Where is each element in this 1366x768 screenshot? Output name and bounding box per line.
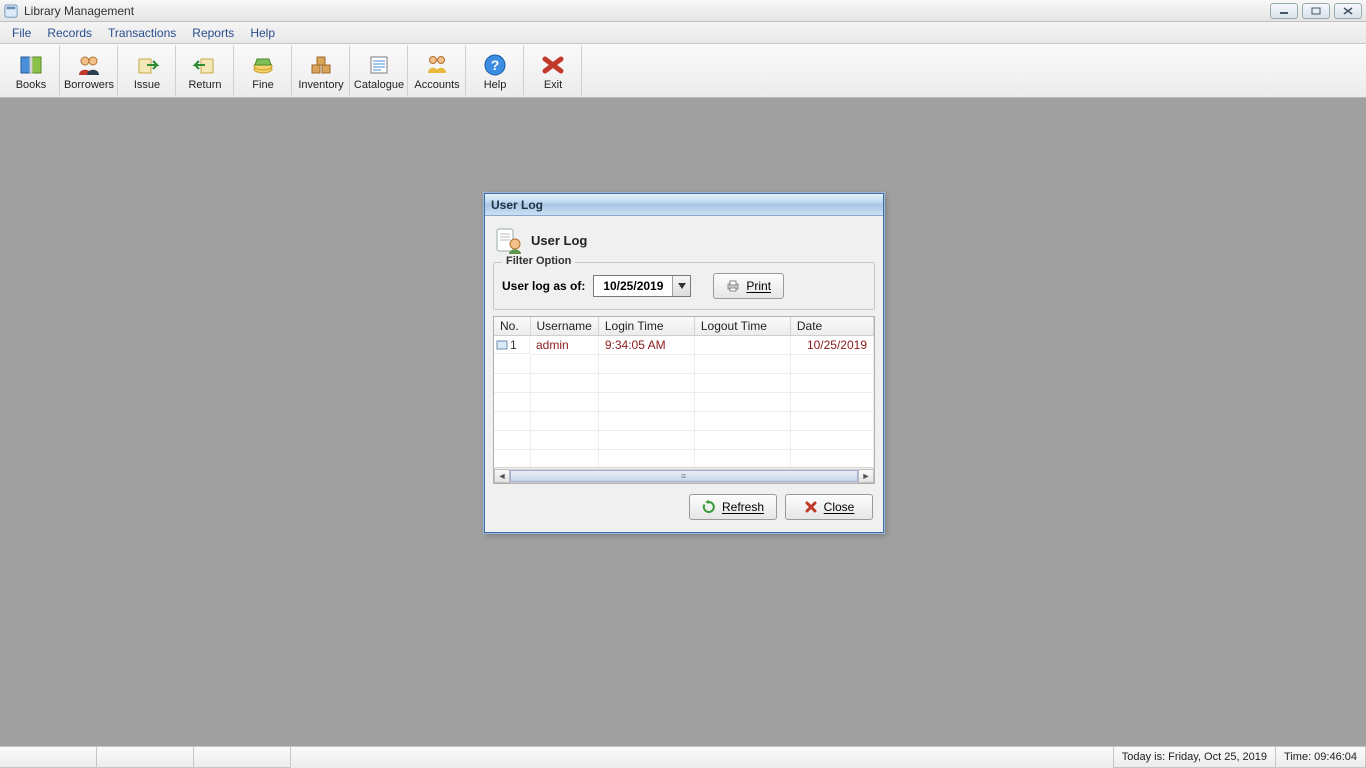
printer-icon [726,279,740,293]
toolbar-label: Fine [252,79,273,91]
menu-reports[interactable]: Reports [184,24,242,42]
toolbar-label: Issue [134,79,160,91]
status-cell [193,747,291,768]
return-icon [191,52,219,78]
menubar: File Records Transactions Reports Help [0,22,1366,44]
issue-icon [133,52,161,78]
grid-row-empty: . [494,411,874,430]
toolbar-exit[interactable]: Exit [524,45,582,96]
col-username[interactable]: Username [530,317,598,336]
toolbar-label: Books [16,79,47,91]
cell-no: 1 [494,336,530,354]
grid-row-empty: . [494,430,874,449]
toolbar-label: Inventory [298,79,343,91]
catalog-icon [365,52,393,78]
scroll-right-button[interactable]: ► [858,469,874,483]
cell-login: 9:34:05 AM [598,336,694,355]
book-icon [17,52,45,78]
toolbar-inventory[interactable]: Inventory [292,45,350,96]
refresh-button[interactable]: Refresh [689,494,777,520]
toolbar-borrowers[interactable]: Borrowers [60,45,118,96]
scroll-track[interactable]: ≡ [510,469,858,483]
toolbar-label: Return [188,79,221,91]
toolbar-label: Accounts [414,79,459,91]
user-log-dialog: User Log User Log Filter Option User log… [484,193,884,533]
statusbar: Today is: Friday, Oct 25, 2019 Time: 09:… [0,746,1366,768]
help-icon: ? [481,52,509,78]
dialog-titlebar[interactable]: User Log [485,194,883,216]
menu-file[interactable]: File [4,24,39,42]
status-today: Today is: Friday, Oct 25, 2019 [1113,747,1276,768]
minimize-button[interactable] [1270,3,1298,19]
horizontal-scrollbar[interactable]: ◄ ≡ ► [494,467,874,483]
col-date[interactable]: Date [790,317,873,336]
people-icon [75,52,103,78]
mdi-area: User Log User Log Filter Option User log… [0,98,1366,746]
toolbar-return[interactable]: Return [176,45,234,96]
cell-username: admin [530,336,598,355]
grid-row-empty: . [494,373,874,392]
toolbar-label: Borrowers [64,79,114,91]
user-log-icon [495,226,523,254]
svg-text:?: ? [491,57,500,73]
app-icon [4,4,18,18]
dialog-header-text: User Log [531,233,587,248]
print-button[interactable]: Print [713,273,784,299]
scroll-thumb[interactable]: ≡ [510,470,858,482]
exit-icon [539,52,567,78]
filter-label: User log as of: [502,279,585,293]
toolbar-label: Exit [544,79,562,91]
dialog-title: User Log [491,198,543,212]
cell-logout [694,336,790,355]
boxes-icon [307,52,335,78]
money-icon [249,52,277,78]
refresh-label: Refresh [722,500,764,514]
window-title: Library Management [24,4,1270,18]
titlebar: Library Management [0,0,1366,22]
scroll-left-button[interactable]: ◄ [494,469,510,483]
date-dropdown-button[interactable] [672,276,690,296]
menu-transactions[interactable]: Transactions [100,24,184,42]
toolbar-fine[interactable]: Fine [234,45,292,96]
grid-row[interactable]: 1 admin 9:34:05 AM 10/25/2019 [494,336,874,355]
menu-records[interactable]: Records [39,24,100,42]
accounts-icon [423,52,451,78]
col-logout[interactable]: Logout Time [694,317,790,336]
filter-groupbox: Filter Option User log as of: Print [493,262,875,310]
toolbar-catalogue[interactable]: Catalogue [350,45,408,96]
print-label: Print [746,279,771,293]
date-input-wrapper [593,275,691,297]
toolbar-help[interactable]: ? Help [466,45,524,96]
status-time: Time: 09:46:04 [1275,747,1366,768]
cell-date: 10/25/2019 [790,336,873,355]
filter-legend: Filter Option [502,255,575,267]
close-icon [804,500,818,514]
grid-header-row: No. Username Login Time Logout Time Date [494,317,874,336]
col-login[interactable]: Login Time [598,317,694,336]
grid-row-empty: . [494,392,874,411]
toolbar-issue[interactable]: Issue [118,45,176,96]
grid-row-empty: . [494,355,874,374]
status-cell [96,747,194,768]
refresh-icon [702,500,716,514]
date-input[interactable] [594,276,672,296]
toolbar-label: Catalogue [354,79,404,91]
close-dialog-button[interactable]: Close [785,494,873,520]
toolbar-accounts[interactable]: Accounts [408,45,466,96]
row-icon [496,339,508,351]
toolbar-books[interactable]: Books [2,45,60,96]
col-no[interactable]: No. [494,317,530,336]
close-button[interactable] [1334,3,1362,19]
maximize-button[interactable] [1302,3,1330,19]
menu-help[interactable]: Help [242,24,283,42]
close-label: Close [824,500,855,514]
toolbar-label: Help [484,79,507,91]
toolbar: Books Borrowers Issue Return Fine Invent… [0,44,1366,98]
log-grid: No. Username Login Time Logout Time Date… [493,316,875,484]
status-cell [0,747,97,768]
grid-row-empty: . [494,449,874,467]
